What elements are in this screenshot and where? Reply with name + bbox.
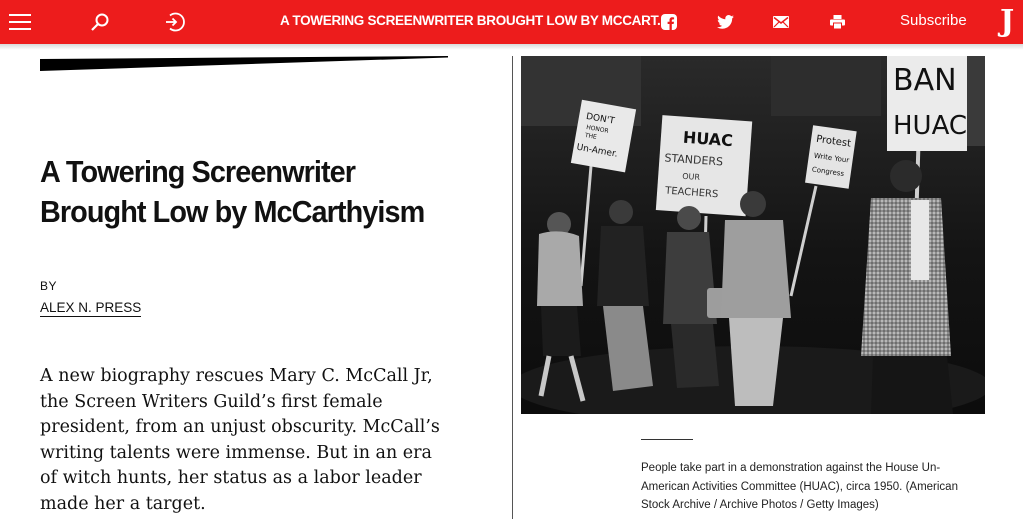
subscribe-button[interactable]: Subscribe xyxy=(900,12,967,29)
hero-photo: DON'T HONOR THE Un-Amer. HUAC STANDERS O… xyxy=(521,56,985,414)
twitter-icon[interactable] xyxy=(711,8,739,36)
byline-prefix: BY xyxy=(40,279,58,293)
caption-rule xyxy=(641,439,693,440)
top-navigation-bar: A TOWERING SCREENWRITER BROUGHT LOW BY M… xyxy=(0,0,1023,44)
menu-icon[interactable] xyxy=(6,8,34,36)
protest-sign-ban-huac: BAN HUAC xyxy=(887,56,967,151)
decorative-slanted-rule xyxy=(40,56,448,71)
protester-figure xyxy=(861,160,953,414)
header-shadow xyxy=(0,44,1023,50)
column-divider xyxy=(512,56,513,519)
svg-text:HUAC: HUAC xyxy=(893,111,967,141)
email-icon[interactable] xyxy=(767,8,795,36)
photo-caption: People take part in a demonstration agai… xyxy=(641,462,958,511)
article-title: A Towering Screenwriter Brought Low by M… xyxy=(40,154,425,229)
svg-text:OUR: OUR xyxy=(682,172,701,182)
article-dek: A new biography rescues Mary C. McCall J… xyxy=(40,366,440,514)
svg-text:HUAC: HUAC xyxy=(682,128,733,150)
facebook-icon[interactable] xyxy=(655,8,683,36)
login-icon[interactable] xyxy=(160,8,188,36)
protest-sign-huac: HUAC STANDERS OUR TEACHERS xyxy=(655,115,753,217)
protest-sign-protest: Protest Write Your Congress xyxy=(805,125,857,189)
search-icon[interactable] xyxy=(86,8,114,36)
article-headline-short: A TOWERING SCREENWRITER BROUGHT LOW BY M… xyxy=(280,13,668,28)
svg-text:BAN: BAN xyxy=(893,63,957,98)
author-link[interactable]: ALEX N. PRESS xyxy=(40,300,142,317)
print-icon[interactable] xyxy=(823,8,851,36)
site-logo[interactable]: J xyxy=(1000,3,1014,41)
protest-sign-dont-honor: DON'T HONOR THE Un-Amer. xyxy=(570,99,637,173)
